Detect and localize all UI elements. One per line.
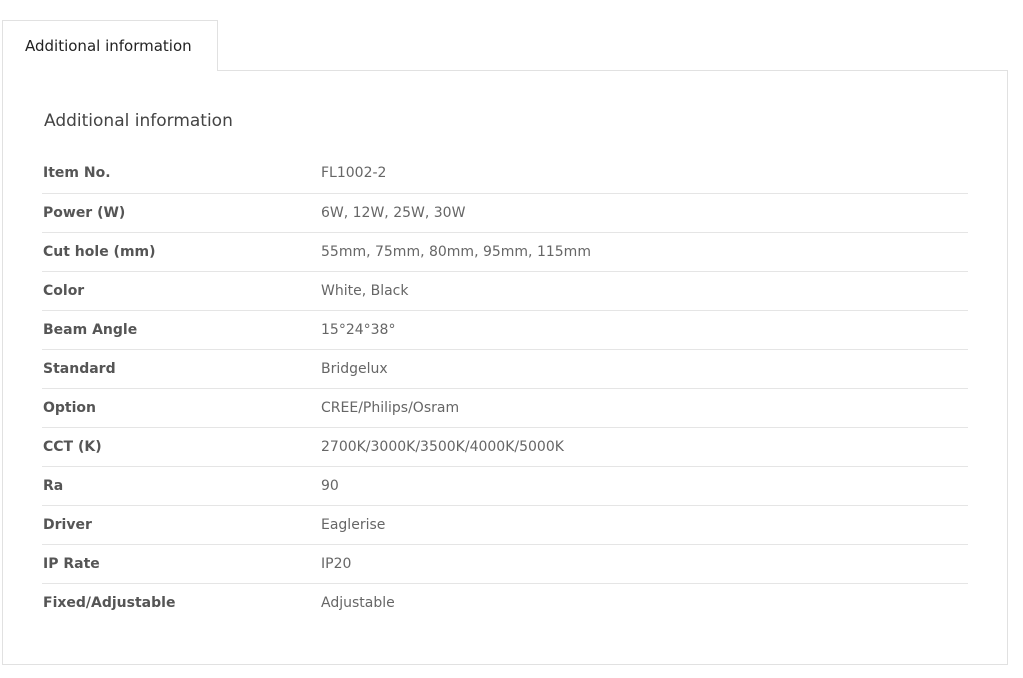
attribute-label: Standard — [42, 349, 321, 388]
table-row: Cut hole (mm) 55mm, 75mm, 80mm, 95mm, 11… — [42, 232, 968, 271]
table-row: Item No. FL1002-2 — [42, 154, 968, 193]
tab-additional-information[interactable]: Additional information — [2, 20, 218, 71]
attribute-label: Option — [42, 388, 321, 427]
attribute-value: Bridgelux — [321, 349, 968, 388]
attribute-value: FL1002-2 — [321, 154, 968, 193]
table-row: Ra 90 — [42, 466, 968, 505]
attribute-value: Adjustable — [321, 583, 968, 622]
attributes-table: Item No. FL1002-2 Power (W) 6W, 12W, 25W… — [42, 154, 968, 622]
table-row: Color White, Black — [42, 271, 968, 310]
table-row: Fixed/Adjustable Adjustable — [42, 583, 968, 622]
table-row: Beam Angle 15°24°38° — [42, 310, 968, 349]
attribute-label: Cut hole (mm) — [42, 232, 321, 271]
attribute-value: Eaglerise — [321, 505, 968, 544]
attribute-value: 6W, 12W, 25W, 30W — [321, 193, 968, 232]
attribute-label: IP Rate — [42, 544, 321, 583]
attribute-label: CCT (K) — [42, 427, 321, 466]
attribute-label: Item No. — [42, 154, 321, 193]
attribute-value: 90 — [321, 466, 968, 505]
attribute-label: Driver — [42, 505, 321, 544]
table-row: Standard Bridgelux — [42, 349, 968, 388]
attribute-value: 55mm, 75mm, 80mm, 95mm, 115mm — [321, 232, 968, 271]
tab-panel-additional-information: Additional information Item No. FL1002-2… — [2, 70, 1008, 665]
attribute-label: Beam Angle — [42, 310, 321, 349]
table-row: Power (W) 6W, 12W, 25W, 30W — [42, 193, 968, 232]
attribute-label: Fixed/Adjustable — [42, 583, 321, 622]
attribute-value: 2700K/3000K/3500K/4000K/5000K — [321, 427, 968, 466]
table-row: IP Rate IP20 — [42, 544, 968, 583]
table-row: CCT (K) 2700K/3000K/3500K/4000K/5000K — [42, 427, 968, 466]
attribute-value: White, Black — [321, 271, 968, 310]
panel-title: Additional information — [44, 111, 233, 131]
attribute-value: 15°24°38° — [321, 310, 968, 349]
attribute-value: IP20 — [321, 544, 968, 583]
attribute-label: Ra — [42, 466, 321, 505]
attribute-label: Color — [42, 271, 321, 310]
attribute-value: CREE/Philips/Osram — [321, 388, 968, 427]
table-row: Option CREE/Philips/Osram — [42, 388, 968, 427]
table-row: Driver Eaglerise — [42, 505, 968, 544]
attribute-label: Power (W) — [42, 193, 321, 232]
